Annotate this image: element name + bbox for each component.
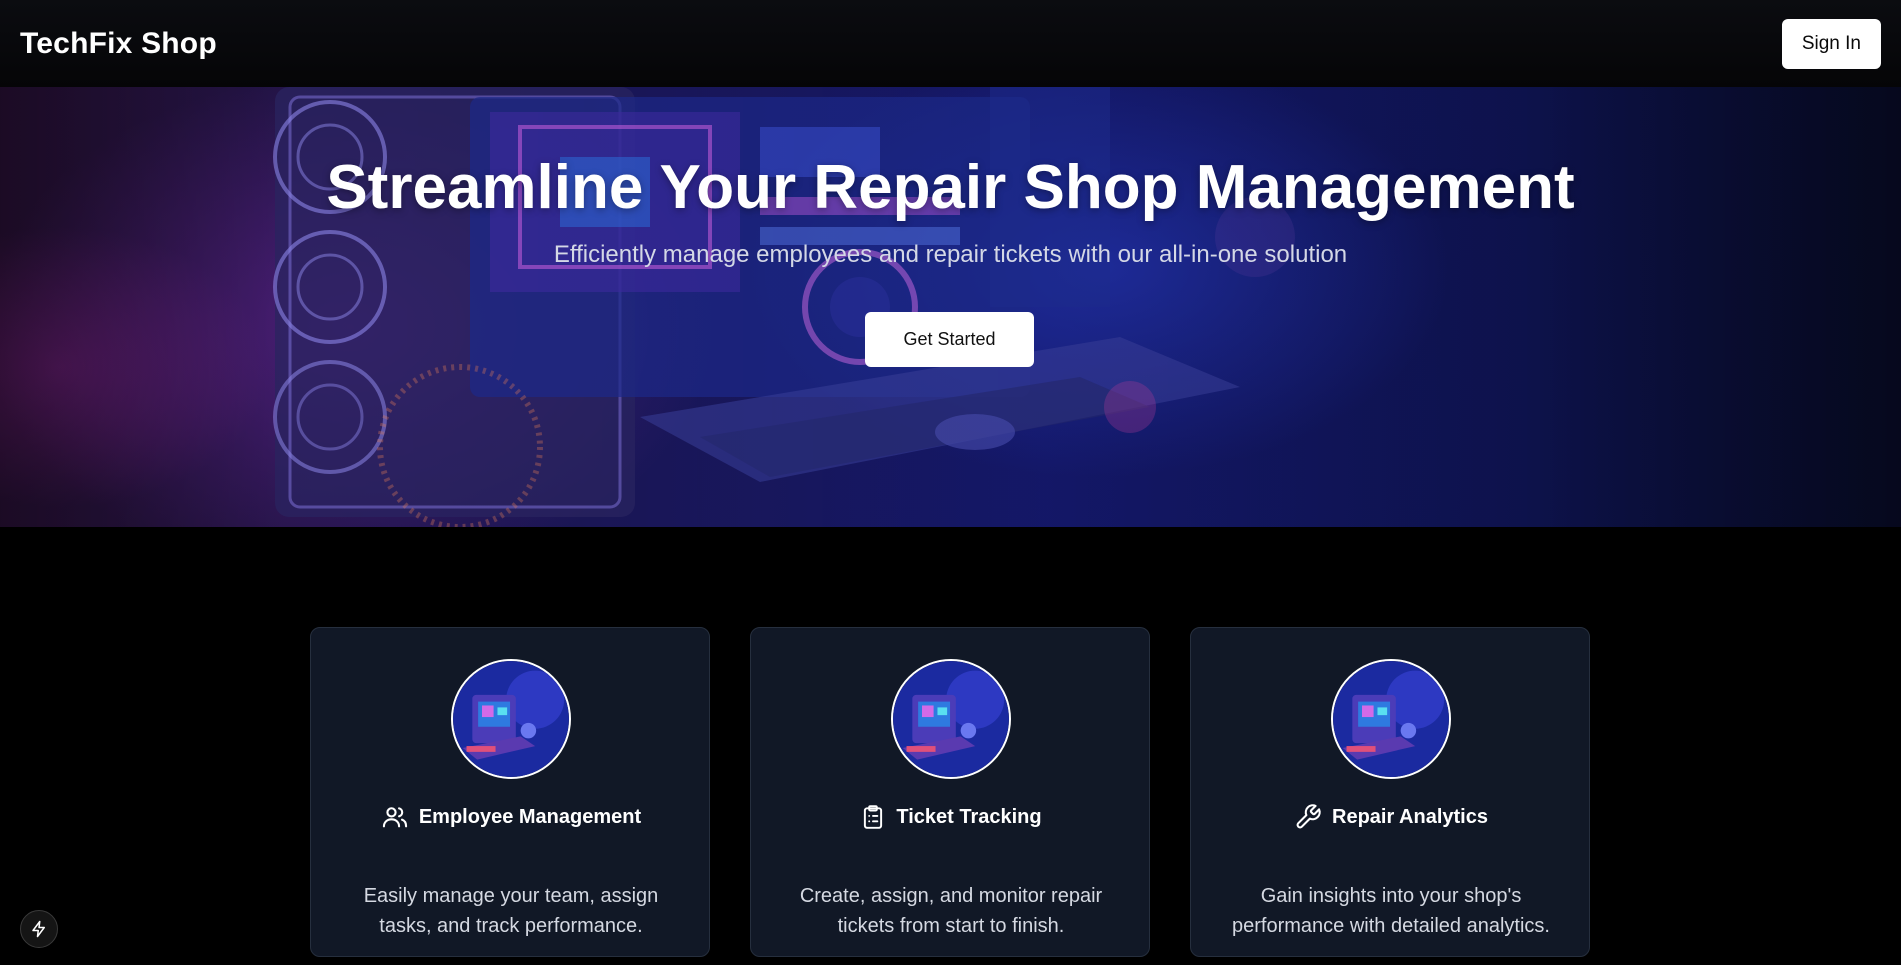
feature-title-row: Repair Analytics <box>1191 800 1591 834</box>
clipboard-list-icon <box>864 805 883 829</box>
feature-card-ticket-tracking: Ticket Tracking Create, assign, and moni… <box>750 627 1150 957</box>
hero-title: Streamline Your Repair Shop Management <box>326 153 1575 222</box>
feature-title: Employee Management <box>418 805 642 828</box>
feature-title-row: Ticket Tracking <box>751 800 1151 834</box>
feature-illustration <box>891 659 1011 779</box>
get-started-button[interactable]: Get Started <box>865 312 1034 367</box>
feature-illustration <box>1331 659 1451 779</box>
feature-description: Create, assign, and monitor repair ticke… <box>799 885 1103 937</box>
brand-logo-text[interactable]: TechFix Shop <box>20 27 217 61</box>
hero-subtitle: Efficiently manage employees and repair … <box>553 241 1348 268</box>
hero-content: Streamline Your Repair Shop Management E… <box>0 87 1901 527</box>
landing-page: TechFix Shop Sign In Streamline Your Rep… <box>0 0 1901 965</box>
feature-card-employee-management: Employee Management Easily manage your t… <box>310 627 710 957</box>
feature-title: Ticket Tracking <box>896 805 1042 828</box>
users-icon <box>382 807 407 828</box>
feature-description: Easily manage your team, assign tasks, a… <box>363 885 659 937</box>
sign-in-button[interactable]: Sign In <box>1781 18 1881 69</box>
features-section: Employee Management Easily manage your t… <box>0 527 1901 965</box>
hero-section: Streamline Your Repair Shop Management E… <box>0 87 1901 527</box>
top-nav-bar: TechFix Shop Sign In <box>0 0 1901 87</box>
feature-title: Repair Analytics <box>1332 805 1488 828</box>
feature-card-repair-analytics: Repair Analytics Gain insights into your… <box>1190 627 1590 957</box>
feature-description: Gain insights into your shop's performan… <box>1232 885 1550 937</box>
bolt-icon <box>32 920 45 938</box>
feature-illustration <box>451 659 571 779</box>
wrench-icon <box>1296 804 1321 829</box>
feature-title-row: Employee Management <box>311 800 711 834</box>
floating-action-badge[interactable] <box>20 910 58 948</box>
